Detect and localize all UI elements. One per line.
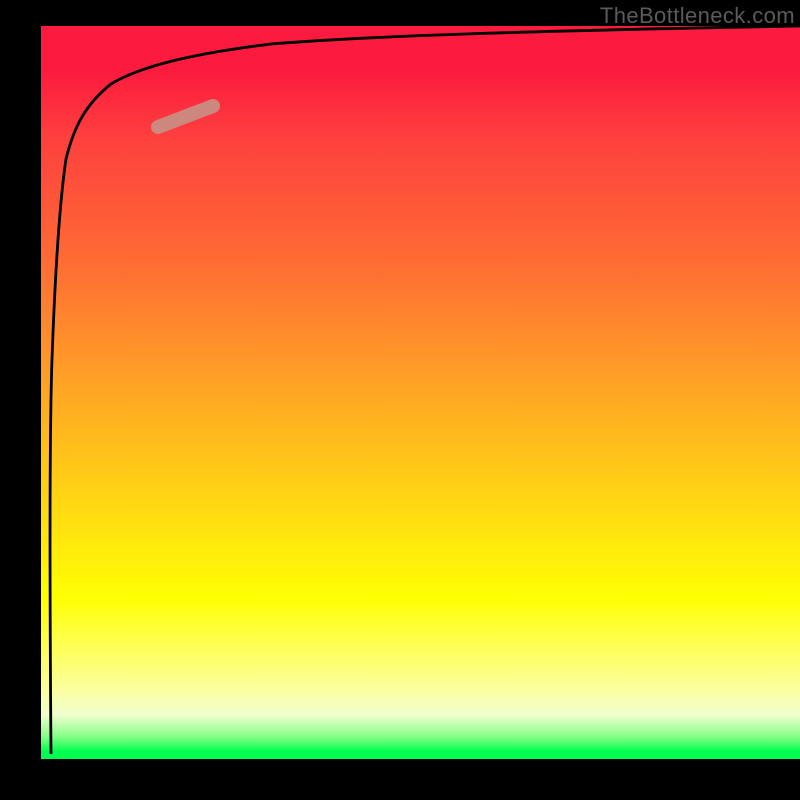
curve-svg: [41, 26, 800, 759]
watermark-text: TheBottleneck.com: [600, 3, 795, 29]
plot-area: [41, 26, 800, 759]
curve-marker: [158, 106, 213, 127]
bottleneck-curve: [50, 26, 800, 754]
chart-frame: TheBottleneck.com: [0, 0, 800, 800]
